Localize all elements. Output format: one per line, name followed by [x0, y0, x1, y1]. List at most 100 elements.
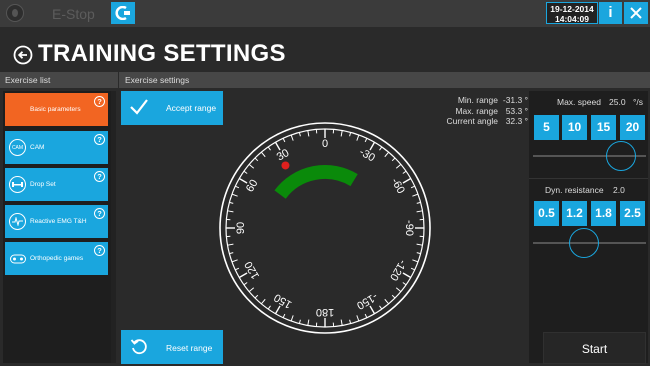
- info-button[interactable]: i: [599, 2, 622, 24]
- dial-tick: [349, 319, 352, 324]
- time-text: 14:04:09: [554, 14, 590, 24]
- list-item-orthopedic-games[interactable]: ? Orthopedic games: [5, 242, 108, 275]
- dial-tick: [229, 201, 234, 204]
- dial-tick: [282, 313, 286, 318]
- max-speed-unit: °/s: [633, 97, 644, 107]
- dial-tick: [412, 259, 419, 263]
- gamepad-icon: [9, 250, 26, 267]
- help-icon[interactable]: ?: [94, 245, 105, 256]
- date-text: 19-12-2014: [550, 4, 594, 14]
- dial-tick: [260, 298, 266, 305]
- resistance-option-0-5[interactable]: 0.5: [534, 201, 559, 226]
- dial-label: -120: [387, 257, 408, 282]
- dial-tick: [379, 305, 383, 310]
- top-bar: E-Stop 19-12-2014 14:04:09 i: [0, 0, 650, 27]
- close-button[interactable]: [624, 2, 648, 24]
- dial-tick: [229, 252, 234, 255]
- list-item-label: Drop Set: [30, 181, 56, 188]
- dial-tick: [402, 177, 412, 184]
- reset-range-button[interactable]: Reset range: [121, 330, 223, 364]
- dial-tick: [227, 210, 234, 213]
- current-angle-label: Current angle: [446, 116, 498, 126]
- accept-range-button[interactable]: Accept range: [121, 91, 223, 125]
- exercise-list-header: Exercise list: [0, 72, 118, 88]
- list-scrollbar[interactable]: [111, 91, 116, 363]
- dial-tick: [274, 305, 281, 315]
- datetime-display: 19-12-2014 14:04:09: [546, 2, 598, 24]
- dial-tick: [231, 193, 238, 197]
- dial-label: -30: [357, 146, 377, 164]
- dial-tick: [298, 132, 301, 137]
- dial-label: 30: [275, 147, 292, 164]
- checkmark-icon: [130, 99, 148, 115]
- dial-tick: [384, 298, 390, 305]
- speed-option-10[interactable]: 10: [562, 115, 587, 140]
- dial-tick: [402, 170, 407, 174]
- reset-range-label: Reset range: [166, 343, 213, 353]
- dial-tick: [402, 272, 412, 279]
- dial-label: 60: [244, 178, 261, 195]
- speed-slider-knob[interactable]: [606, 141, 637, 171]
- dial-tick: [254, 157, 259, 162]
- dial-tick: [410, 185, 415, 189]
- dial-tick: [395, 163, 402, 169]
- help-icon[interactable]: ?: [94, 171, 105, 182]
- dial-tick: [364, 138, 368, 143]
- exercise-list: ? Basic parameters CAM ? CAM ? Drop Set …: [3, 91, 111, 363]
- dial-tick: [290, 315, 294, 322]
- help-icon[interactable]: ?: [94, 134, 105, 145]
- speed-option-5[interactable]: 5: [534, 115, 559, 140]
- max-speed-value: 25.0: [609, 97, 626, 107]
- dial-tick: [379, 146, 383, 151]
- dial-tick: [235, 185, 240, 189]
- resistance-slider-knob[interactable]: [568, 228, 599, 258]
- dial-tick: [227, 243, 234, 246]
- dial-tick: [369, 141, 376, 151]
- dial-tick: [238, 177, 248, 184]
- speed-option-20[interactable]: 20: [620, 115, 645, 140]
- dial-tick: [356, 315, 360, 322]
- speed-option-15[interactable]: 15: [591, 115, 616, 140]
- divider: [529, 178, 648, 179]
- dial-tick: [243, 170, 248, 174]
- list-item-basic-parameters[interactable]: ? Basic parameters: [5, 93, 108, 126]
- dyn-resistance-label: Dyn. resistance: [545, 185, 604, 195]
- cam-icon: CAM: [9, 139, 26, 156]
- dial-tick: [238, 272, 248, 279]
- dial-tick: [267, 305, 271, 310]
- dial-tick: [369, 305, 376, 315]
- dial-tick: [416, 243, 423, 246]
- dial-tick: [298, 319, 301, 324]
- dial-tick: [416, 252, 421, 255]
- resistance-option-1-8[interactable]: 1.8: [591, 201, 616, 226]
- angle-dial[interactable]: 0 -30 -60 -90 -120 -150 180 150 120 90 60 30: [218, 121, 432, 335]
- help-icon[interactable]: ?: [94, 96, 105, 107]
- list-item-cam[interactable]: CAM ? CAM: [5, 131, 108, 164]
- dial-label: 150: [272, 291, 294, 311]
- resistance-option-2-5[interactable]: 2.5: [620, 201, 645, 226]
- estop-label: E-Stop: [52, 6, 95, 22]
- dial-tick: [402, 282, 407, 286]
- list-item-reactive-emg[interactable]: ? Reactive EMG T&H: [5, 205, 108, 238]
- list-item-drop-set[interactable]: ? Drop Set: [5, 168, 108, 201]
- dial-tick: [235, 267, 240, 271]
- dial-label: -60: [389, 176, 407, 196]
- dial-tick: [340, 130, 343, 137]
- dyn-resistance-value: 2.0: [613, 185, 625, 195]
- start-button[interactable]: Start: [543, 332, 646, 364]
- estop-icon: [6, 4, 24, 22]
- page-title: TRAINING SETTINGS: [38, 40, 286, 67]
- dial-label: 120: [242, 259, 262, 281]
- dial-tick: [364, 313, 368, 318]
- current-angle-value: 32.3 °: [505, 116, 528, 126]
- dial-tick: [267, 146, 271, 151]
- resistance-option-1-2[interactable]: 1.2: [562, 201, 587, 226]
- dial-tick: [356, 134, 360, 141]
- dial-tick: [416, 201, 421, 204]
- back-icon[interactable]: [13, 45, 33, 65]
- dial-tick: [391, 157, 396, 162]
- dial-tick: [391, 294, 396, 299]
- help-icon[interactable]: ?: [94, 208, 105, 219]
- dial-tick: [243, 282, 248, 286]
- dial-tick: [307, 319, 310, 326]
